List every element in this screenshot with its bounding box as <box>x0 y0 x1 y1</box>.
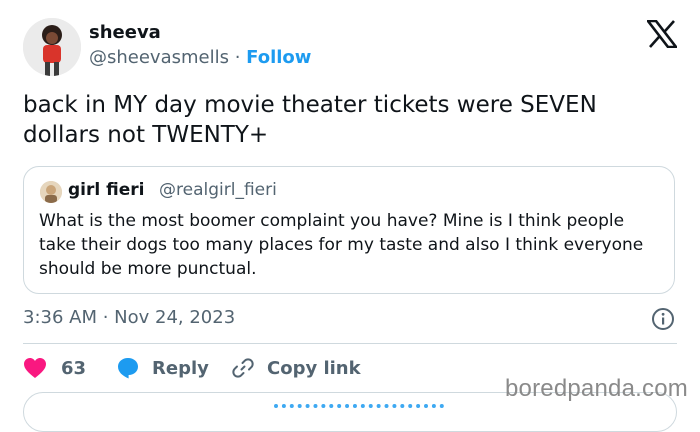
author-handle[interactable]: @sheevasmells <box>89 47 229 68</box>
author-handle-line: @sheevasmells · Follow <box>89 47 311 68</box>
read-replies-label-cropped <box>274 404 444 412</box>
reply-label: Reply <box>152 357 209 379</box>
avatar-image <box>23 18 81 76</box>
tweet-timestamp[interactable]: 3:36 AM · Nov 24, 2023 <box>23 307 235 328</box>
like-count: 63 <box>61 357 87 379</box>
info-icon[interactable] <box>651 307 675 331</box>
watermark: boredpanda.com <box>505 375 688 402</box>
handle-separator: · <box>228 47 247 68</box>
quoted-author-handle: @realgirl_fieri <box>159 180 277 200</box>
follow-button[interactable]: Follow <box>246 47 311 68</box>
speech-bubble-icon <box>118 358 138 379</box>
quoted-tweet-card[interactable]: girl fieri @realgirl_fieri What is the m… <box>23 166 675 294</box>
heart-icon <box>24 358 46 378</box>
quoted-tweet-text: What is the most boomer complaint you ha… <box>39 211 644 279</box>
copy-link-label: Copy link <box>267 357 361 379</box>
reply-button[interactable]: Reply <box>116 355 209 381</box>
copy-link-button[interactable]: Copy link <box>231 355 361 381</box>
divider <box>23 343 677 344</box>
link-icon <box>232 358 254 378</box>
quoted-author-name: girl fieri <box>68 180 145 200</box>
quoted-author-avatar <box>40 181 62 203</box>
author-name[interactable]: sheeva <box>89 22 161 43</box>
tweet-text: back in MY day movie theater tickets wer… <box>23 92 597 148</box>
author-avatar[interactable] <box>23 18 81 76</box>
like-button[interactable]: 63 <box>23 355 86 381</box>
x-logo-icon[interactable] <box>645 19 679 49</box>
